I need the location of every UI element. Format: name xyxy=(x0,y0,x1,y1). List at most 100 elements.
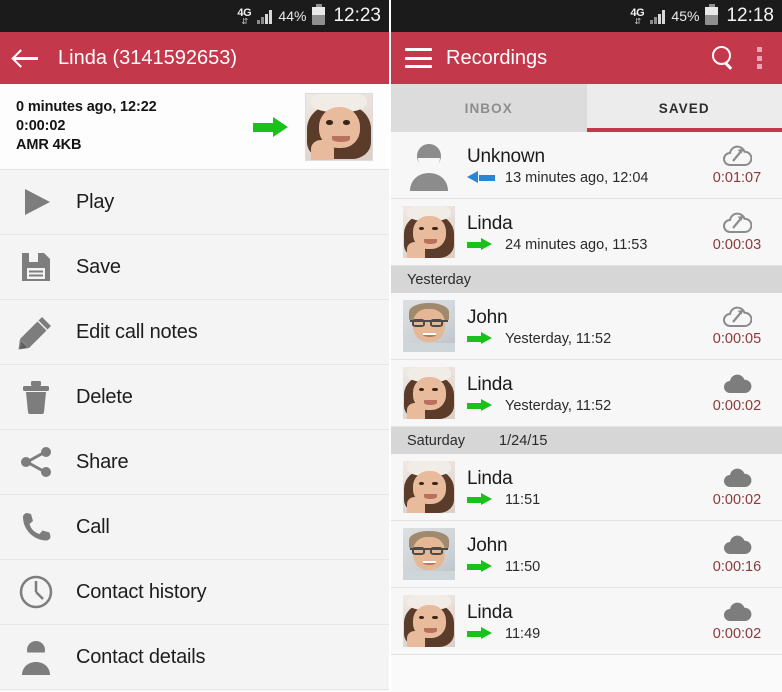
share-icon xyxy=(18,444,54,480)
recording-timestamp: Yesterday, 11:52 xyxy=(505,330,612,347)
cloud-synced-icon xyxy=(722,534,752,556)
recording-timestamp: 13 minutes ago, 12:04 xyxy=(505,169,649,186)
recording-info: Linda 24 minutes ago, 11:53 xyxy=(467,212,706,253)
recording-status: 0:00:02 xyxy=(706,601,768,642)
linda-photo xyxy=(403,595,455,647)
section-label: Saturday xyxy=(407,432,466,449)
section-header-saturday: Saturday 1/24/15 xyxy=(391,427,782,454)
search-icon[interactable] xyxy=(710,45,736,71)
avatar xyxy=(403,595,455,647)
recording-info: Linda Yesterday, 11:52 xyxy=(467,373,706,414)
avatar xyxy=(403,528,455,580)
menu-item-label: Call xyxy=(76,515,110,538)
right-screen-recordings-list: 4G ⇵ 45% 12:18 Recordings INBOX SAVED Un… xyxy=(391,0,782,692)
recording-format-size: AMR 4KB xyxy=(16,137,82,153)
menu-item-label: Contact details xyxy=(76,645,206,668)
recording-info: Unknown 13 minutes ago, 12:04 xyxy=(467,145,706,186)
menu-item-delete[interactable]: Delete xyxy=(0,365,389,430)
recording-detail-card: 0 minutes ago, 12:22 0:00:02 AMR 4KB xyxy=(0,84,389,170)
contact-name: Linda xyxy=(467,212,513,234)
clock-label: 12:18 xyxy=(726,5,774,26)
arrow-right-green-icon xyxy=(467,332,495,345)
right-app-bar: Recordings xyxy=(391,32,782,84)
tab-label: INBOX xyxy=(464,100,513,116)
battery-icon xyxy=(705,4,719,25)
signal-strength-icon xyxy=(257,9,273,24)
contact-thumbnail xyxy=(305,92,373,161)
recording-timestamp: 11:50 xyxy=(505,558,541,575)
play-icon xyxy=(18,184,54,220)
recording-row[interactable]: Linda Yesterday, 11:52 0:00:02 xyxy=(391,360,782,427)
recording-status: 0:00:02 xyxy=(706,467,768,508)
recording-timestamp: 0 minutes ago, 12:22 xyxy=(16,99,157,115)
cloud-synced-icon xyxy=(722,373,752,395)
recording-info: John Yesterday, 11:52 xyxy=(467,306,706,347)
avatar xyxy=(403,367,455,419)
menu-item-contact-history[interactable]: Contact history xyxy=(0,560,389,625)
overflow-menu-icon[interactable] xyxy=(750,46,768,70)
tab-inbox[interactable]: INBOX xyxy=(391,84,587,132)
recording-subline: 11:49 xyxy=(467,626,706,642)
recording-info: John 11:50 xyxy=(467,534,706,575)
recording-timestamp: Yesterday, 11:52 xyxy=(505,397,612,414)
network-type-indicator: 4G ⇵ xyxy=(237,7,251,25)
recording-status: 0:00:05 xyxy=(706,306,768,347)
recording-subline: Yesterday, 11:52 xyxy=(467,398,706,414)
section-header-yesterday: Yesterday xyxy=(391,266,782,293)
menu-item-label: Play xyxy=(76,190,115,213)
recording-duration: 0:00:02 xyxy=(16,118,66,134)
linda-photo xyxy=(403,461,455,513)
avatar xyxy=(403,139,455,191)
person-icon xyxy=(18,639,54,675)
linda-photo xyxy=(403,367,455,419)
left-screen-recording-detail: 4G ⇵ 44% 12:23 Linda (3141592653) 0 minu… xyxy=(0,0,391,692)
menu-item-contact-details[interactable]: Contact details xyxy=(0,625,389,690)
recording-duration: 0:00:03 xyxy=(712,236,762,253)
avatar xyxy=(403,300,455,352)
pencil-icon xyxy=(18,314,54,350)
data-transfer-arrows-icon: ⇵ xyxy=(634,16,642,26)
floppy-save-icon xyxy=(18,249,54,285)
arrow-left-icon[interactable] xyxy=(14,47,40,69)
recording-row[interactable]: John Yesterday, 11:52 0:00:05 xyxy=(391,293,782,360)
clock-label: 12:23 xyxy=(333,5,381,26)
avatar xyxy=(403,461,455,513)
section-date: 1/24/15 xyxy=(499,432,548,449)
hamburger-icon[interactable] xyxy=(405,48,432,68)
menu-item-edit-call-notes[interactable]: Edit call notes xyxy=(0,300,389,365)
battery-percent-label: 44% xyxy=(278,8,307,24)
arrow-left-blue-icon xyxy=(467,171,495,184)
cloud-off-icon xyxy=(722,145,752,167)
contact-name: John xyxy=(467,534,508,556)
menu-item-share[interactable]: Share xyxy=(0,430,389,495)
recording-timestamp: 24 minutes ago, 11:53 xyxy=(505,236,648,253)
arrow-right-green-icon xyxy=(467,560,495,573)
recording-row[interactable]: Unknown 13 minutes ago, 12:04 0:01:07 xyxy=(391,132,782,199)
arrow-right-green-icon xyxy=(467,493,495,506)
john-photo xyxy=(403,300,455,352)
recording-row[interactable]: Linda 24 minutes ago, 11:53 0:00:03 xyxy=(391,199,782,266)
network-type-indicator: 4G ⇵ xyxy=(630,7,644,26)
menu-item-label: Share xyxy=(76,450,129,473)
recording-row[interactable]: Linda 11:49 0:00:02 xyxy=(391,588,782,655)
battery-icon xyxy=(312,4,326,25)
recording-info: Linda 11:49 xyxy=(467,601,706,642)
page-title: Recordings xyxy=(446,46,548,69)
recordings-tabs: INBOX SAVED xyxy=(391,84,782,132)
recording-status: 0:00:03 xyxy=(706,212,768,253)
recording-row[interactable]: John 11:50 0:00:16 xyxy=(391,521,782,588)
menu-item-play[interactable]: Play xyxy=(0,170,389,235)
recording-duration: 0:00:05 xyxy=(712,330,762,347)
contact-name: Linda xyxy=(467,467,513,489)
recording-duration: 0:01:07 xyxy=(712,169,762,186)
recording-row[interactable]: Linda 11:51 0:00:02 xyxy=(391,454,782,521)
recording-meta: 0 minutes ago, 12:22 0:00:02 AMR 4KB xyxy=(16,98,253,155)
menu-item-save[interactable]: Save xyxy=(0,235,389,300)
left-status-bar: 4G ⇵ 44% 12:23 xyxy=(0,0,389,32)
arrow-right-green-icon xyxy=(467,399,495,412)
tab-label: SAVED xyxy=(658,100,710,116)
menu-item-call[interactable]: Call xyxy=(0,495,389,560)
recording-timestamp: 11:51 xyxy=(505,491,541,508)
tab-saved[interactable]: SAVED xyxy=(586,84,782,132)
left-app-bar: Linda (3141592653) xyxy=(0,32,389,84)
